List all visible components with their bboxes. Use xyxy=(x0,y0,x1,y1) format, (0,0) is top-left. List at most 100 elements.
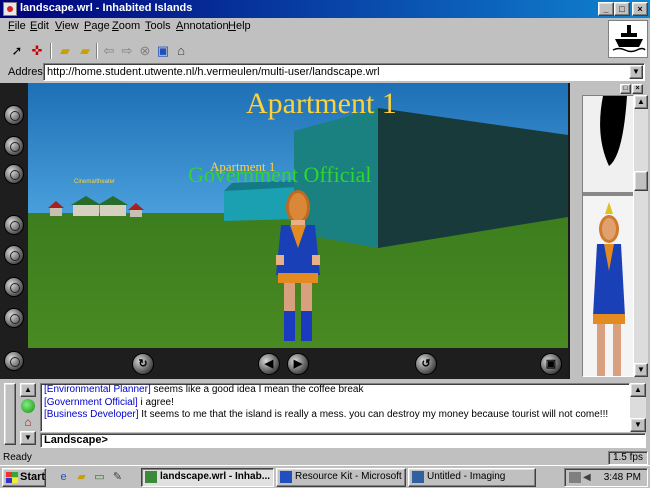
chat-message: [Business Developer] It seems to me that… xyxy=(41,409,629,422)
scroll-down-icon[interactable]: ▼ xyxy=(630,418,646,432)
menu-annotation[interactable]: Annotation xyxy=(176,20,229,32)
chat-text: seems like a good idea I mean the coffee… xyxy=(153,384,364,395)
maximize-button[interactable]: □ xyxy=(614,2,630,16)
goto-mode-icon[interactable] xyxy=(4,308,24,328)
chat-input[interactable]: Landscape> xyxy=(40,433,646,448)
status-text: Ready xyxy=(3,452,32,463)
fit-icon[interactable]: ▣ xyxy=(540,353,562,375)
chat-log[interactable]: [Environmental Planner] seems like a goo… xyxy=(40,383,630,432)
explorer-icon[interactable]: ▰ xyxy=(74,470,89,485)
task-label: Untitled - Imaging xyxy=(427,471,506,482)
ie-icon[interactable]: e xyxy=(56,470,71,485)
chat-text: It seems to me that the island is really… xyxy=(141,409,609,420)
building-label-large: Apartment 1 xyxy=(246,87,397,120)
home-icon[interactable]: ⌂ xyxy=(172,42,190,60)
menu-help[interactable]: Help xyxy=(228,20,251,32)
turn-mode-icon[interactable] xyxy=(4,245,24,265)
scroll-down-icon[interactable]: ▼ xyxy=(634,363,648,377)
restore-icon[interactable]: ↻ xyxy=(132,353,154,375)
avatar-name-label: Government Official xyxy=(188,162,371,187)
globe-icon[interactable] xyxy=(21,399,35,413)
chat-down-icon[interactable]: ▼ xyxy=(20,431,36,445)
panel-restore-button[interactable]: □ xyxy=(620,84,631,94)
clock[interactable]: 3:48 PM xyxy=(604,472,641,483)
viewer-left-nav xyxy=(0,83,28,379)
task-resource-kit[interactable]: Resource Kit - Microsoft In... xyxy=(276,468,406,487)
save-folder-icon[interactable]: ▰ xyxy=(76,42,94,60)
stop-icon[interactable]: ⊗ xyxy=(136,42,154,60)
task-landscape[interactable]: landscape.wrl - Inhab... xyxy=(141,468,274,487)
toolbar: ➚ ✜ ▰ ▰ ⇦ ⇨ ⊗ ▣ ⌂ xyxy=(0,40,606,62)
menu-tools[interactable]: Tools xyxy=(145,20,171,32)
scroll-thumb[interactable] xyxy=(634,171,648,191)
chat-message: [Environmental Planner] seems like a goo… xyxy=(41,384,629,397)
walk-mode-icon[interactable] xyxy=(4,105,24,125)
3d-scene[interactable]: Apartment 1 Apartment 1 Government Offic… xyxy=(28,83,568,348)
chat-text: i agree! xyxy=(140,396,174,408)
chevron-down-icon[interactable]: ▼ xyxy=(629,65,643,79)
vrml-viewer: Apartment 1 Apartment 1 Government Offic… xyxy=(0,83,570,379)
browser-logo xyxy=(608,20,648,58)
task-label: landscape.wrl - Inhab... xyxy=(160,471,271,482)
prev-view-icon[interactable]: ◀ xyxy=(258,353,280,375)
roll-mode-icon[interactable] xyxy=(4,277,24,297)
study-mode-icon[interactable] xyxy=(4,164,24,184)
chat-up-icon[interactable]: ▲ xyxy=(20,383,36,397)
taskbar: Start e ▰ ▭ ✎ landscape.wrl - Inhab... R… xyxy=(0,465,650,488)
start-button[interactable]: Start xyxy=(2,468,46,487)
plane-mode-icon[interactable] xyxy=(4,215,24,235)
chat-area: ▲ ⌂ ▼ [Environmental Planner] seems like… xyxy=(0,381,650,451)
panel-close-button[interactable]: × xyxy=(632,84,643,94)
desktop-icon[interactable]: ▭ xyxy=(92,470,107,485)
stop-sign-icon[interactable]: ✜ xyxy=(28,42,46,60)
menu-page[interactable]: Page xyxy=(84,20,110,32)
minimize-button[interactable]: _ xyxy=(598,2,614,16)
avatar-preview-panel: □ × ▲ ▼ xyxy=(570,83,650,379)
restore-view-icon[interactable] xyxy=(4,351,24,371)
chat-handle[interactable] xyxy=(4,383,16,445)
menu-edit[interactable]: Edit xyxy=(30,20,49,32)
channels-icon[interactable]: ✎ xyxy=(110,470,125,485)
address-url: http://home.student.utwente.nl/h.vermeul… xyxy=(47,66,380,78)
pointer-icon[interactable]: ➚ xyxy=(8,42,26,60)
task-label: Resource Kit - Microsoft In... xyxy=(295,471,405,482)
close-button[interactable]: × xyxy=(632,2,648,16)
task-imaging[interactable]: Untitled - Imaging xyxy=(408,468,536,487)
ship-logo-icon xyxy=(612,25,646,53)
chat-sender: [Business Developer] xyxy=(44,409,139,420)
next-view-icon[interactable]: ▶ xyxy=(287,353,309,375)
forward-arrow-icon[interactable]: ⇨ xyxy=(118,42,136,60)
undo-icon[interactable]: ↺ xyxy=(415,353,437,375)
back-arrow-icon[interactable]: ⇦ xyxy=(100,42,118,60)
chat-message: [Government Official] i agree! xyxy=(41,397,629,410)
scroll-up-icon[interactable]: ▲ xyxy=(634,95,648,109)
panel-scrollbar[interactable]: ▲ ▼ xyxy=(634,95,648,377)
refresh-icon[interactable]: ▣ xyxy=(154,42,172,60)
toolbar-separator xyxy=(96,43,98,59)
panel-header: □ × xyxy=(570,83,650,95)
address-input[interactable]: http://home.student.utwente.nl/h.vermeul… xyxy=(43,63,645,81)
fly-mode-icon[interactable] xyxy=(4,136,24,156)
window-title: landscape.wrl - Inhabited Islands xyxy=(20,2,193,14)
scroll-up-icon[interactable]: ▲ xyxy=(630,383,646,397)
chat-controls: ▲ ⌂ ▼ xyxy=(0,381,40,449)
menu-file[interactable]: File xyxy=(8,20,26,32)
menu-zoom[interactable]: Zoom xyxy=(112,20,140,32)
menu-view[interactable]: View xyxy=(55,20,79,32)
open-folder-icon[interactable]: ▰ xyxy=(56,42,74,60)
vrml-icon xyxy=(145,471,157,483)
chat-sender: [Environmental Planner] xyxy=(44,384,151,395)
scene-canvas: Apartment 1 Apartment 1 Government Offic… xyxy=(28,83,568,348)
chat-scrollbar[interactable]: ▲ ▼ xyxy=(630,383,646,432)
distant-building-label: Cinema/theater xyxy=(74,179,115,185)
address-bar: Address http://home.student.utwente.nl/h… xyxy=(0,62,650,82)
volume-icon[interactable]: ◀ xyxy=(583,472,593,483)
title-bar[interactable]: landscape.wrl - Inhabited Islands _ □ × xyxy=(0,0,650,18)
ie-icon xyxy=(280,471,292,483)
network-icon[interactable] xyxy=(569,472,581,483)
imaging-icon xyxy=(412,471,424,483)
fps-readout: 1.5 fps xyxy=(608,451,648,465)
home-icon[interactable]: ⌂ xyxy=(21,415,35,429)
app-icon[interactable] xyxy=(3,2,17,16)
system-tray: ◀ 3:48 PM xyxy=(564,468,648,487)
